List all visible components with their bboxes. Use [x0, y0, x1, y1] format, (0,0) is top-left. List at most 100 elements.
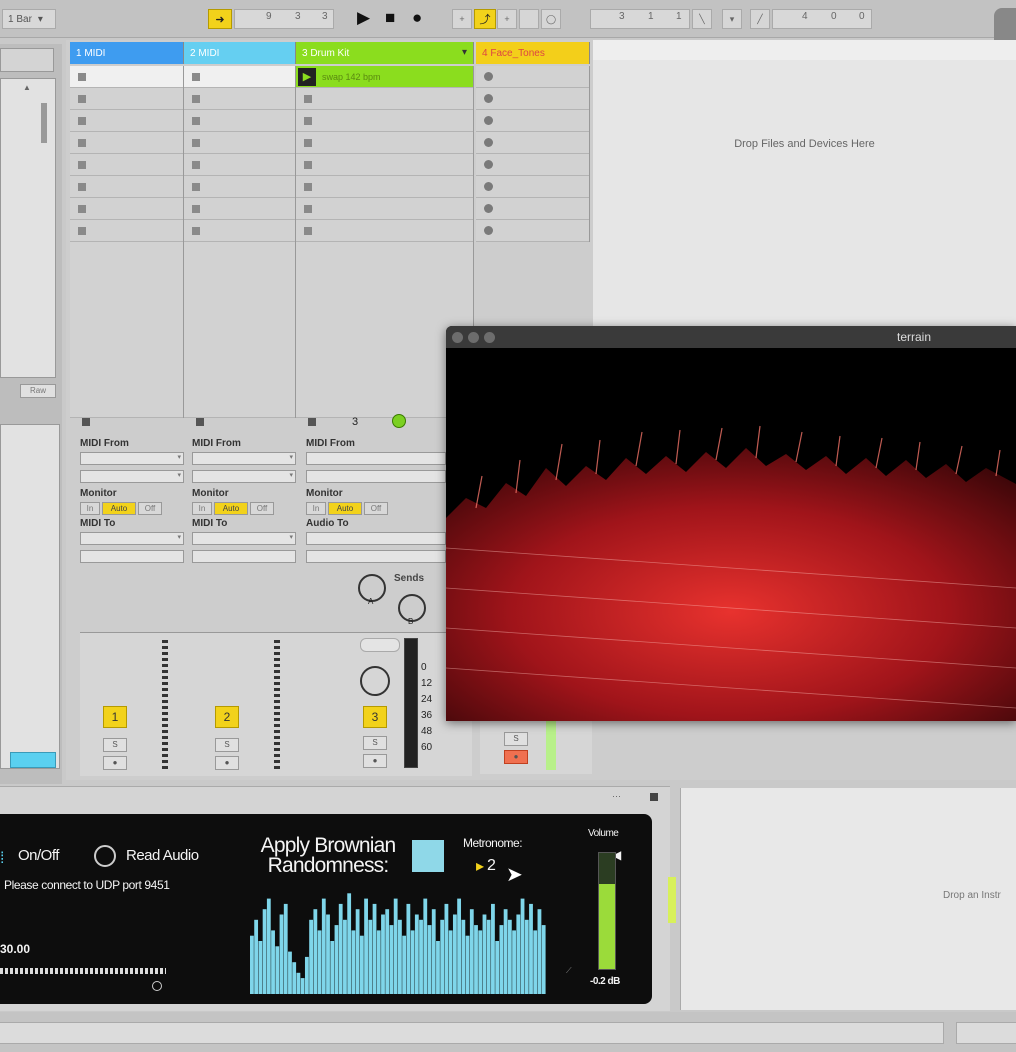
drop-files-area[interactable]: Drop Files and Devices Here — [593, 40, 1016, 330]
terrain-window[interactable]: terrain — [446, 326, 1016, 721]
solo-button[interactable]: S — [103, 738, 127, 752]
midi-to-select[interactable]: ▾ — [80, 532, 184, 545]
stop-track-icon[interactable] — [308, 418, 316, 426]
loop-icon[interactable]: ◯ — [541, 9, 561, 29]
midi-from-select[interactable] — [306, 452, 446, 465]
browser-list[interactable]: ▲ — [0, 78, 56, 378]
clip-slot[interactable] — [184, 154, 295, 176]
clip-slot[interactable] — [476, 198, 589, 220]
arm-button[interactable]: ● — [504, 750, 528, 764]
clip-slot[interactable] — [296, 154, 473, 176]
solo-button[interactable]: S — [363, 736, 387, 750]
automation-arm-button[interactable]: ⤴ — [474, 9, 496, 29]
clip-slot[interactable] — [476, 66, 589, 88]
clip-slot[interactable] — [296, 176, 473, 198]
monitor-auto-button[interactable]: Auto — [214, 502, 248, 515]
track-header-4[interactable]: 4 Face_Tones — [476, 42, 590, 64]
clip-slot[interactable] — [296, 220, 473, 242]
onoff-label[interactable]: On/Off — [18, 847, 59, 864]
slider-handle[interactable] — [152, 981, 162, 991]
metronome-value[interactable]: 2 — [487, 857, 496, 875]
clip-slot[interactable] — [476, 176, 589, 198]
play-button[interactable]: ▶ — [357, 8, 370, 28]
commit-button[interactable] — [10, 752, 56, 768]
read-audio-toggle[interactable] — [94, 845, 116, 867]
clip-slot[interactable] — [184, 66, 295, 88]
midi-to-channel-select[interactable] — [192, 550, 296, 563]
clip-slot[interactable] — [184, 220, 295, 242]
draw-mode-icon[interactable]: ╲ — [692, 9, 712, 29]
clip-slot[interactable] — [184, 110, 295, 132]
empty-slot-area[interactable] — [184, 242, 295, 418]
loop-length-field[interactable] — [772, 9, 872, 29]
clip-slot[interactable] — [184, 88, 295, 110]
empty-slot-area[interactable] — [70, 242, 183, 418]
clip-slot[interactable] — [70, 66, 183, 88]
clip-slot[interactable] — [70, 88, 183, 110]
tempo-field[interactable] — [234, 9, 334, 29]
arm-button[interactable]: ● — [215, 756, 239, 770]
clip-slot[interactable] — [476, 132, 589, 154]
clip-slot[interactable] — [70, 110, 183, 132]
midi-from-select[interactable]: ▾ — [80, 452, 184, 465]
midi-channel-select[interactable]: ▾ — [80, 470, 184, 483]
scrollbar[interactable] — [41, 103, 47, 143]
clip-slot[interactable] — [296, 132, 473, 154]
zoom-icon[interactable] — [484, 332, 495, 343]
track-header-3[interactable]: 3 Drum Kit ▾ — [296, 42, 474, 64]
raw-button[interactable]: Raw — [20, 384, 56, 398]
clip-slot[interactable] — [70, 198, 183, 220]
clip-slot[interactable] — [476, 154, 589, 176]
overdub-button[interactable]: + — [452, 9, 472, 29]
clip-slot[interactable] — [296, 110, 473, 132]
stop-track-icon[interactable] — [196, 418, 204, 426]
monitor-off-button[interactable]: Off — [250, 502, 274, 515]
resize-handle-icon[interactable]: ⟋ — [566, 966, 572, 976]
device-menu-icon[interactable] — [650, 793, 658, 801]
midi-to-channel-select[interactable] — [80, 550, 184, 563]
midi-from-select[interactable]: ▾ — [192, 452, 296, 465]
stop-all-icon[interactable] — [82, 418, 90, 426]
monitor-off-button[interactable]: Off — [364, 502, 388, 515]
close-icon[interactable] — [452, 332, 463, 343]
monitor-in-button[interactable]: In — [192, 502, 212, 515]
track-activator-3[interactable]: 3 — [363, 706, 387, 728]
loop-position-field[interactable] — [590, 9, 690, 29]
midi-channel-select[interactable]: ▾ — [192, 470, 296, 483]
clip-slot[interactable] — [476, 88, 589, 110]
monitor-auto-button[interactable]: Auto — [102, 502, 136, 515]
track-header-2[interactable]: 2 MIDI — [184, 42, 296, 64]
midi-to-select[interactable]: ▾ — [192, 532, 296, 545]
stop-button[interactable]: ■ — [385, 8, 395, 28]
clip-slot[interactable] — [184, 176, 295, 198]
minimize-icon[interactable] — [468, 332, 479, 343]
monitor-in-button[interactable]: In — [306, 502, 326, 515]
volume-fader[interactable] — [598, 852, 616, 970]
monitor-off-button[interactable]: Off — [138, 502, 162, 515]
arm-button[interactable]: ● — [103, 756, 127, 770]
track-activator-1[interactable]: 1 — [103, 706, 127, 728]
add-button[interactable]: + — [497, 9, 517, 29]
audio-to-select[interactable] — [306, 532, 446, 545]
slider-track[interactable] — [0, 968, 166, 974]
instrument-drop-area[interactable]: Drop an Instr — [680, 788, 1016, 1010]
follow-button[interactable]: ➜ — [208, 9, 232, 29]
pan-field[interactable] — [360, 638, 400, 652]
window-titlebar[interactable]: terrain — [446, 326, 1016, 348]
clip-slot[interactable] — [476, 220, 589, 242]
clip-slot[interactable] — [184, 132, 295, 154]
arm-button[interactable]: ● — [363, 754, 387, 768]
pan-knob[interactable] — [360, 666, 390, 696]
clip-slot[interactable] — [296, 88, 473, 110]
clip-slot[interactable] — [476, 110, 589, 132]
solo-button[interactable]: S — [504, 732, 528, 746]
curve-icon[interactable]: ╱ — [750, 9, 770, 29]
track-activator-2[interactable]: 2 — [215, 706, 239, 728]
monitor-auto-button[interactable]: Auto — [328, 502, 362, 515]
record-button[interactable]: ● — [412, 8, 422, 28]
brownian-toggle[interactable] — [412, 840, 444, 872]
clip-slot[interactable] — [70, 176, 183, 198]
clip-slot[interactable] — [70, 132, 183, 154]
audio-to-channel-select[interactable] — [306, 550, 446, 563]
blank-button[interactable] — [519, 9, 539, 29]
